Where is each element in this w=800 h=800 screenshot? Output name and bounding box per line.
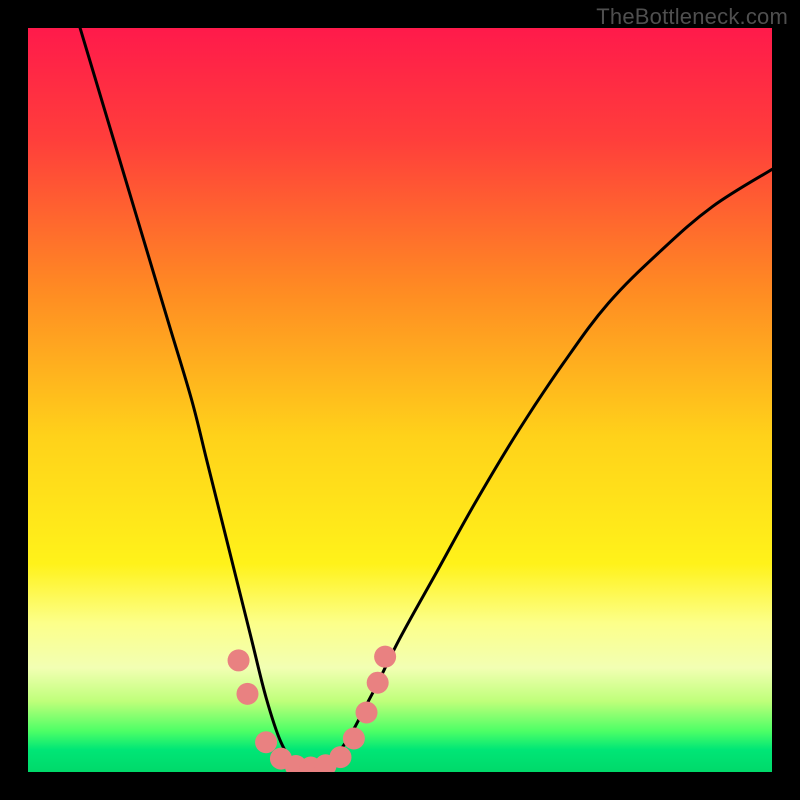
marker-dot [236,683,258,705]
chart-frame: TheBottleneck.com [0,0,800,800]
watermark-text: TheBottleneck.com [596,4,788,30]
chart-svg [28,28,772,772]
marker-dot [228,649,250,671]
plot-area [28,28,772,772]
marker-dot [343,728,365,750]
marker-dot [374,646,396,668]
marker-dot [356,701,378,723]
gradient-background [28,28,772,772]
marker-dot [367,672,389,694]
marker-dot [329,746,351,768]
marker-dot [255,731,277,753]
